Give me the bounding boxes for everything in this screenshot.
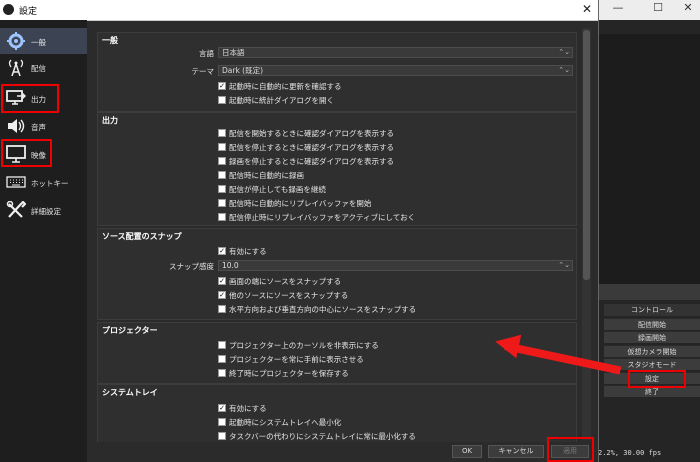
checkbox-label: 終了時にプロジェクターを保存する — [229, 369, 349, 378]
checkbox-unchecked[interactable] — [218, 213, 226, 221]
sidebar-item-stream[interactable]: 配信 — [0, 54, 87, 80]
checkbox-checked[interactable]: ✓ — [218, 82, 226, 90]
checkbox-checked[interactable]: ✓ — [218, 404, 226, 412]
checkbox-unchecked[interactable] — [218, 432, 226, 440]
projector-title: プロジェクター — [102, 326, 158, 335]
snapping-title: ソース配置のスナップ — [102, 232, 182, 241]
general-title: 一般 — [102, 36, 118, 45]
checkbox-label: 配信時に自動的に録画 — [229, 171, 304, 180]
checkbox-label: 配信を開始するときに確認ダイアログを表示する — [229, 129, 394, 138]
broadcast-tower-icon — [8, 59, 24, 76]
close-icon[interactable]: ✕ — [582, 2, 592, 16]
sidebar-label: 配信 — [31, 64, 46, 73]
settings-content: 一般 言語 日本語 ⌃⌄ テーマ Dark (既定) ⌃⌄ ✓ 起動時に自動的に… — [89, 20, 587, 442]
snap-sensitivity-value: 10.0 — [222, 261, 239, 270]
snapping-group: ソース配置のスナップ ✓ 有効にする スナップ感度 10.0 ⌃⌄ ✓ 画面の端にソ… — [97, 228, 577, 320]
checkbox-label: 他のソースにソースをスナップする — [229, 291, 349, 300]
language-select[interactable]: 日本語 ⌃⌄ — [218, 47, 573, 58]
checkbox-label: 画面の端にソースをスナップする — [229, 277, 342, 286]
sidebar-label: 一般 — [31, 38, 46, 47]
sidebar-label: 詳細設定 — [31, 207, 61, 216]
theme-select[interactable]: Dark (既定) ⌃⌄ — [218, 65, 573, 76]
theme-label: テーマ — [191, 67, 215, 76]
checkbox-label: 録画を停止するときに確認ダイアログを表示する — [229, 157, 394, 166]
checkbox-label: 起動時に自動的に更新を確認する — [229, 82, 342, 91]
checkbox-unchecked[interactable] — [218, 199, 226, 207]
preview-area — [598, 34, 700, 284]
checkbox-label: 配信時に自動的にリプレイバッファを開始 — [229, 199, 372, 208]
highlight-apply-button — [547, 437, 594, 462]
checkbox-unchecked[interactable] — [218, 355, 226, 363]
checkbox-label: 配信が停止しても録画を継続 — [229, 185, 326, 194]
checkbox-label: プロジェクターを常に手前に表示させる — [229, 355, 364, 364]
checkbox-label: 起動時に統計ダイアログを開く — [229, 96, 334, 105]
checkbox-unchecked[interactable] — [218, 369, 226, 377]
checkbox-unchecked[interactable] — [218, 157, 226, 165]
scrollbar-thumb[interactable] — [583, 30, 590, 280]
controls-header: コントロール — [604, 304, 700, 316]
sidebar-item-audio[interactable]: 音声 — [0, 113, 87, 139]
output-title: 出力 — [102, 116, 118, 125]
language-value: 日本語 — [222, 48, 245, 57]
minimize-button[interactable]: — — [606, 0, 630, 16]
checkbox-label: 配信停止時にリプレイバッファをアクティブにしておく — [229, 213, 416, 222]
snap-sensitivity-label: スナップ感度 — [169, 262, 214, 271]
checkbox-unchecked[interactable] — [218, 341, 226, 349]
checkbox-unchecked[interactable] — [218, 185, 226, 193]
cancel-button[interactable]: キャンセル — [488, 445, 544, 458]
checkbox-label: 有効にする — [229, 404, 267, 413]
checkbox-unchecked[interactable] — [218, 171, 226, 179]
sidebar-item-advanced[interactable]: 詳細設定 — [0, 197, 87, 223]
checkbox-label: 有効にする — [229, 247, 267, 256]
dialog-title: 設定 — [19, 7, 38, 17]
theme-value: Dark (既定) — [222, 66, 264, 75]
chevron-updown-icon: ⌃⌄ — [558, 48, 570, 56]
sidebar-item-general[interactable]: 一般 — [0, 28, 87, 54]
checkbox-label: 配信を停止するときに確認ダイアログを表示する — [229, 143, 394, 152]
checkbox-unchecked[interactable] — [218, 129, 226, 137]
checkbox-unchecked[interactable] — [218, 143, 226, 151]
checkbox-label: 水平方向および垂直方向の中心にソースをスナップする — [229, 305, 417, 314]
checkbox-checked[interactable]: ✓ — [218, 277, 226, 285]
preview-bar — [598, 284, 700, 300]
language-label: 言語 — [199, 49, 214, 58]
highlight-video — [1, 139, 52, 167]
checkbox-unchecked[interactable] — [218, 418, 226, 426]
checkbox-label: タスクバーの代わりにシステムトレイに常に最小化する — [229, 432, 416, 441]
highlight-settings-button — [628, 370, 686, 388]
sidebar-label: 音声 — [31, 123, 46, 132]
chevron-updown-icon[interactable]: ⌃⌄ — [558, 261, 570, 270]
checkbox-label: 起動時にシステムトレイへ最小化 — [229, 418, 342, 427]
sidebar-label: ホットキー — [31, 179, 69, 188]
status-fps: 2.2%, 30.00 fps — [598, 449, 662, 457]
settings-dialog: 設定 ✕ 一般 配信 出力 音声 映像 ホットキー 詳細設定 一般 言語 日本語… — [0, 0, 599, 462]
annotation-arrow-head — [492, 329, 522, 359]
general-group: 一般 言語 日本語 ⌃⌄ テーマ Dark (既定) ⌃⌄ ✓ 起動時に自動的に… — [97, 32, 577, 112]
checkbox-checked[interactable]: ✓ — [218, 291, 226, 299]
tools-icon — [6, 201, 26, 218]
start-recording-button[interactable]: 録画開始 — [604, 331, 700, 343]
output-group: 出力 配信を開始するときに確認ダイアログを表示する 配信を停止するときに確認ダイ… — [97, 112, 577, 226]
system-tray-title: システムトレイ — [102, 388, 158, 397]
gear-icon — [7, 32, 25, 50]
keyboard-icon — [6, 176, 26, 188]
sidebar-item-hotkeys[interactable]: ホットキー — [0, 169, 87, 195]
checkbox-label: プロジェクター上のカーソルを非表示にする — [229, 341, 379, 350]
snap-sensitivity-spinbox[interactable]: 10.0 ⌃⌄ — [218, 260, 573, 271]
obs-logo-icon — [3, 4, 14, 15]
ok-button[interactable]: OK — [452, 445, 482, 458]
start-streaming-button[interactable]: 配信開始 — [604, 318, 700, 330]
main-close-button[interactable]: ✕ — [676, 0, 700, 16]
highlight-output — [1, 84, 59, 113]
speaker-icon — [8, 119, 25, 133]
checkbox-checked[interactable]: ✓ — [218, 247, 226, 255]
checkbox-unchecked[interactable] — [218, 96, 226, 104]
checkbox-unchecked[interactable] — [218, 305, 226, 313]
maximize-button[interactable]: ☐ — [646, 0, 670, 16]
start-virtual-camera-button[interactable]: 仮想カメラ開始 — [604, 345, 700, 357]
dialog-titlebar: 設定 ✕ — [0, 0, 598, 21]
chevron-updown-icon: ⌃⌄ — [558, 66, 570, 74]
system-tray-group: システムトレイ ✓ 有効にする 起動時にシステムトレイへ最小化 タスクバーの代わり… — [97, 384, 577, 442]
